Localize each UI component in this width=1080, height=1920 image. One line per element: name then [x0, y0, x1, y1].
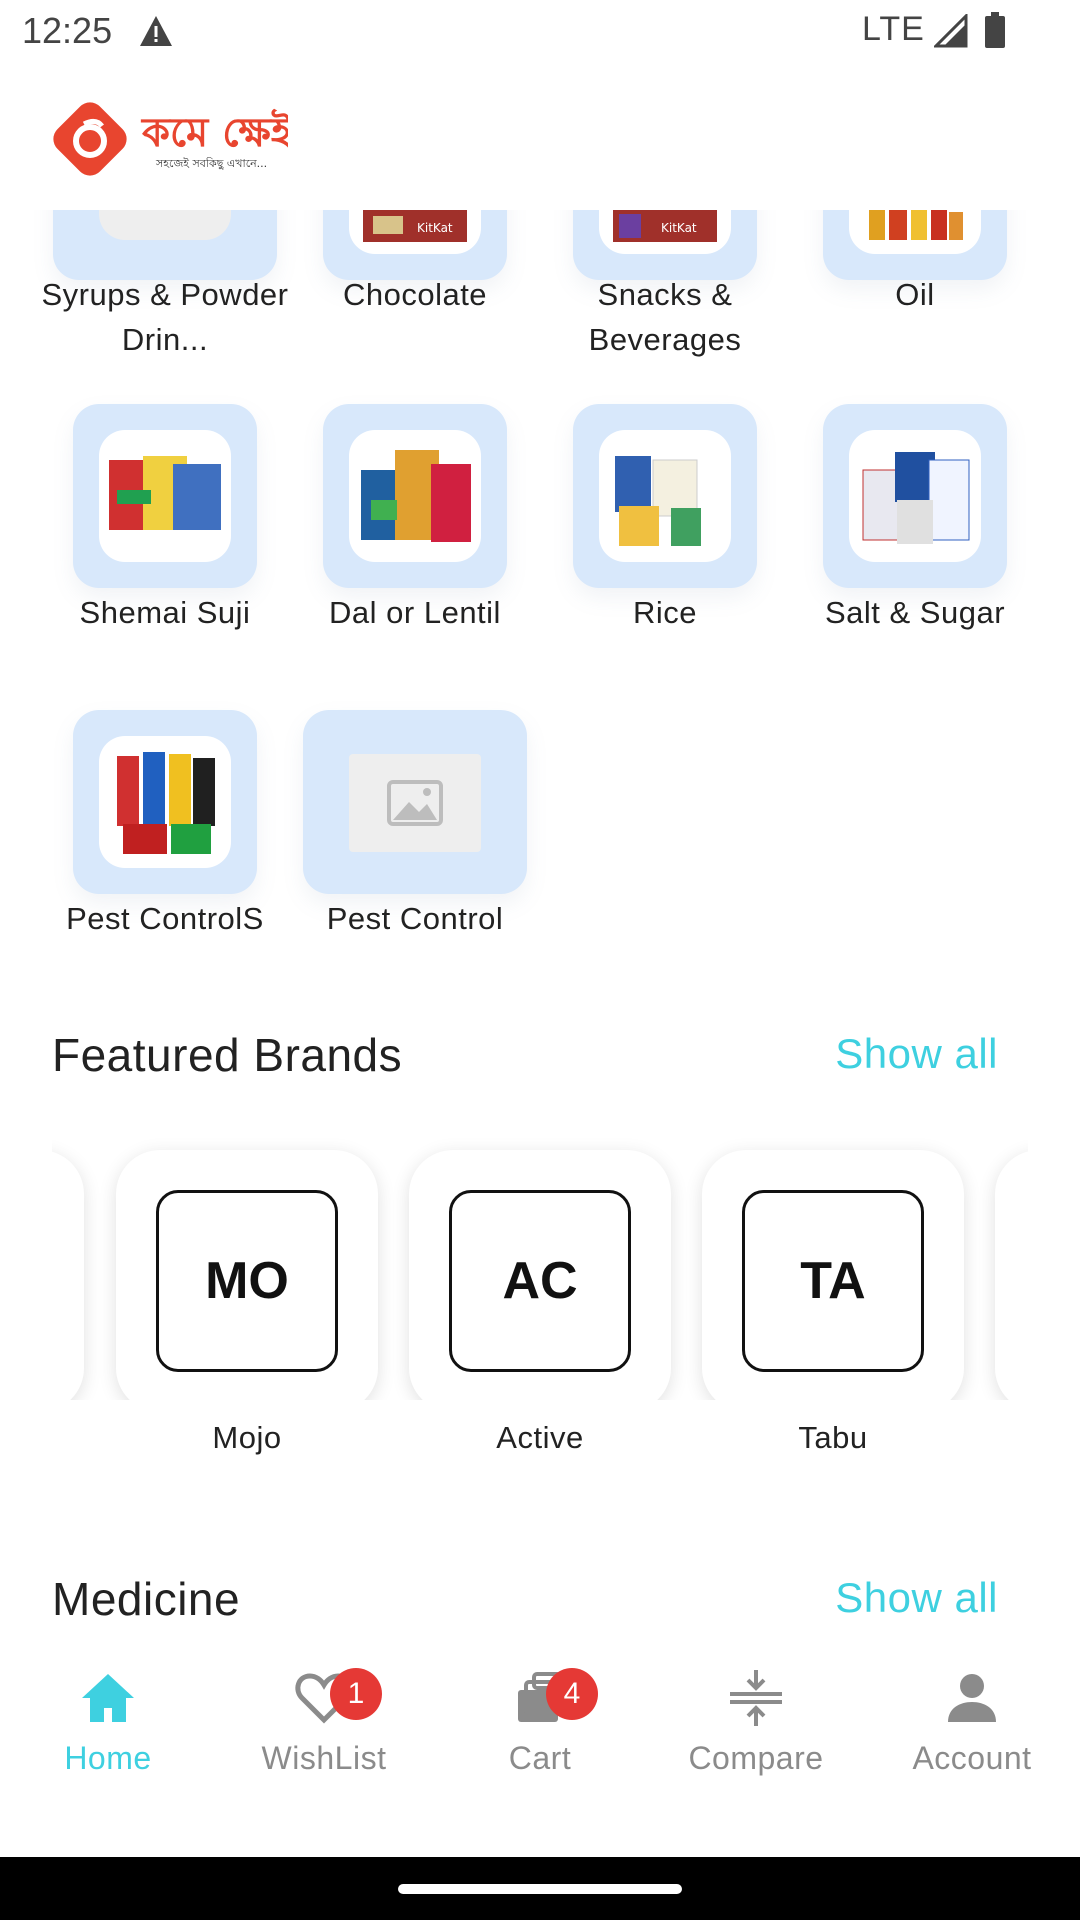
app-header: কমে ক্ষেই সহজেই সবকিছু এখানে... — [0, 64, 1080, 210]
category-salt-sugar[interactable]: Salt & Sugar — [790, 404, 1040, 644]
category-pest-controls[interactable]: Pest ControlS — [40, 710, 290, 950]
chocolate-image: KitKat — [349, 210, 481, 254]
category-label: Rice — [632, 595, 697, 630]
rice-image — [599, 430, 731, 562]
brands-carousel[interactable]: MO AC TA — [52, 1130, 1028, 1400]
brand-logo-placeholder: TA — [742, 1190, 924, 1372]
brand-logo-placeholder: AC — [449, 1190, 631, 1372]
home-gesture-handle[interactable] — [398, 1884, 682, 1894]
pest-control-image — [99, 736, 231, 868]
category-label: Snacks & Beverages — [588, 277, 742, 357]
category-snacks[interactable]: KitKat Snacks & Beverages — [540, 210, 790, 360]
brand-card-partial[interactable] — [995, 1150, 1028, 1400]
svg-text:কমে ক্ষেই: কমে ক্ষেই — [140, 109, 288, 156]
home-content[interactable]: Syrups & Powder Drin... KitKat Chocolate… — [0, 210, 1080, 1620]
svg-text:KitKat: KitKat — [417, 221, 453, 235]
svg-text:সহজেই সবকিছু এখানে...: সহজেই সবকিছু এখানে... — [155, 157, 267, 170]
salt-sugar-image — [849, 430, 981, 562]
brand-logo-placeholder: MO — [156, 1190, 338, 1372]
nav-home[interactable]: Home — [0, 1620, 216, 1857]
warning-icon — [140, 16, 172, 46]
system-navigation-bar — [0, 1857, 1080, 1920]
category-dal-lentil[interactable]: Dal or Lentil — [290, 404, 540, 644]
brand-card-active[interactable]: AC — [409, 1150, 671, 1400]
brand-logo[interactable]: কমে ক্ষেই সহজেই সবকিছু এখানে... — [48, 94, 288, 184]
battery-icon — [985, 12, 1005, 48]
category-pest-control[interactable]: Pest Control — [290, 710, 540, 950]
compare-icon — [730, 1670, 782, 1726]
nav-wishlist[interactable]: 1 WishList — [216, 1620, 432, 1857]
oil-image — [849, 210, 981, 254]
brand-card-mojo[interactable]: MO — [116, 1150, 378, 1400]
brand-name: Tabu — [798, 1420, 868, 1455]
account-icon — [948, 1674, 996, 1722]
category-label: Pest ControlS — [66, 901, 264, 936]
brand-name: Active — [496, 1420, 584, 1455]
nav-label: Home — [64, 1740, 152, 1776]
category-syrups[interactable]: Syrups & Powder Drin... — [40, 210, 290, 360]
nav-account[interactable]: Account — [864, 1620, 1080, 1857]
category-label: Pest Control — [326, 901, 504, 936]
cart-badge: 4 — [546, 1668, 598, 1720]
nav-cart[interactable]: 4 Cart — [432, 1620, 648, 1857]
nav-label: Cart — [508, 1740, 572, 1776]
category-label: Syrups & Powder Drin... — [41, 277, 289, 357]
category-label: Chocolate — [342, 277, 488, 312]
brand-name: Mojo — [212, 1420, 282, 1455]
image-placeholder-icon — [349, 754, 481, 852]
category-shemai-suji[interactable]: Shemai Suji — [40, 404, 290, 644]
status-time: 12:25 — [22, 10, 113, 51]
nav-label: WishList — [261, 1740, 387, 1776]
wishlist-badge: 1 — [330, 1668, 382, 1720]
placeholder-image-icon — [99, 210, 231, 240]
shemai-suji-image — [99, 430, 231, 562]
featured-brands-show-all-link[interactable]: Show all — [835, 1030, 998, 1078]
svg-text:KitKat: KitKat — [661, 221, 697, 235]
home-icon — [82, 1674, 134, 1722]
medicine-title: Medicine — [52, 1573, 241, 1620]
category-label: Oil — [895, 277, 935, 312]
category-label: Salt & Sugar — [824, 595, 1006, 630]
status-bar: 12:25 LTE — [0, 0, 1080, 64]
signal-icon — [934, 14, 968, 48]
category-label: Dal or Lentil — [329, 595, 501, 630]
category-oil[interactable]: Oil — [790, 210, 1040, 320]
brand-card-tabu[interactable]: TA — [702, 1150, 964, 1400]
brand-card-partial[interactable] — [52, 1150, 84, 1400]
network-type: LTE — [862, 10, 925, 48]
category-chocolate[interactable]: KitKat Chocolate — [290, 210, 540, 320]
featured-brands-title: Featured Brands — [52, 1029, 403, 1081]
nav-label: Account — [912, 1740, 1032, 1776]
category-label: Shemai Suji — [79, 595, 251, 630]
snacks-image: KitKat — [599, 210, 731, 254]
nav-label: Compare — [688, 1740, 824, 1776]
medicine-show-all-link[interactable]: Show all — [835, 1574, 998, 1620]
bottom-navigation: Home 1 WishList 4 Cart Compare Account — [0, 1620, 1080, 1857]
dal-lentil-image — [349, 430, 481, 562]
category-rice[interactable]: Rice — [540, 404, 790, 644]
nav-compare[interactable]: Compare — [648, 1620, 864, 1857]
